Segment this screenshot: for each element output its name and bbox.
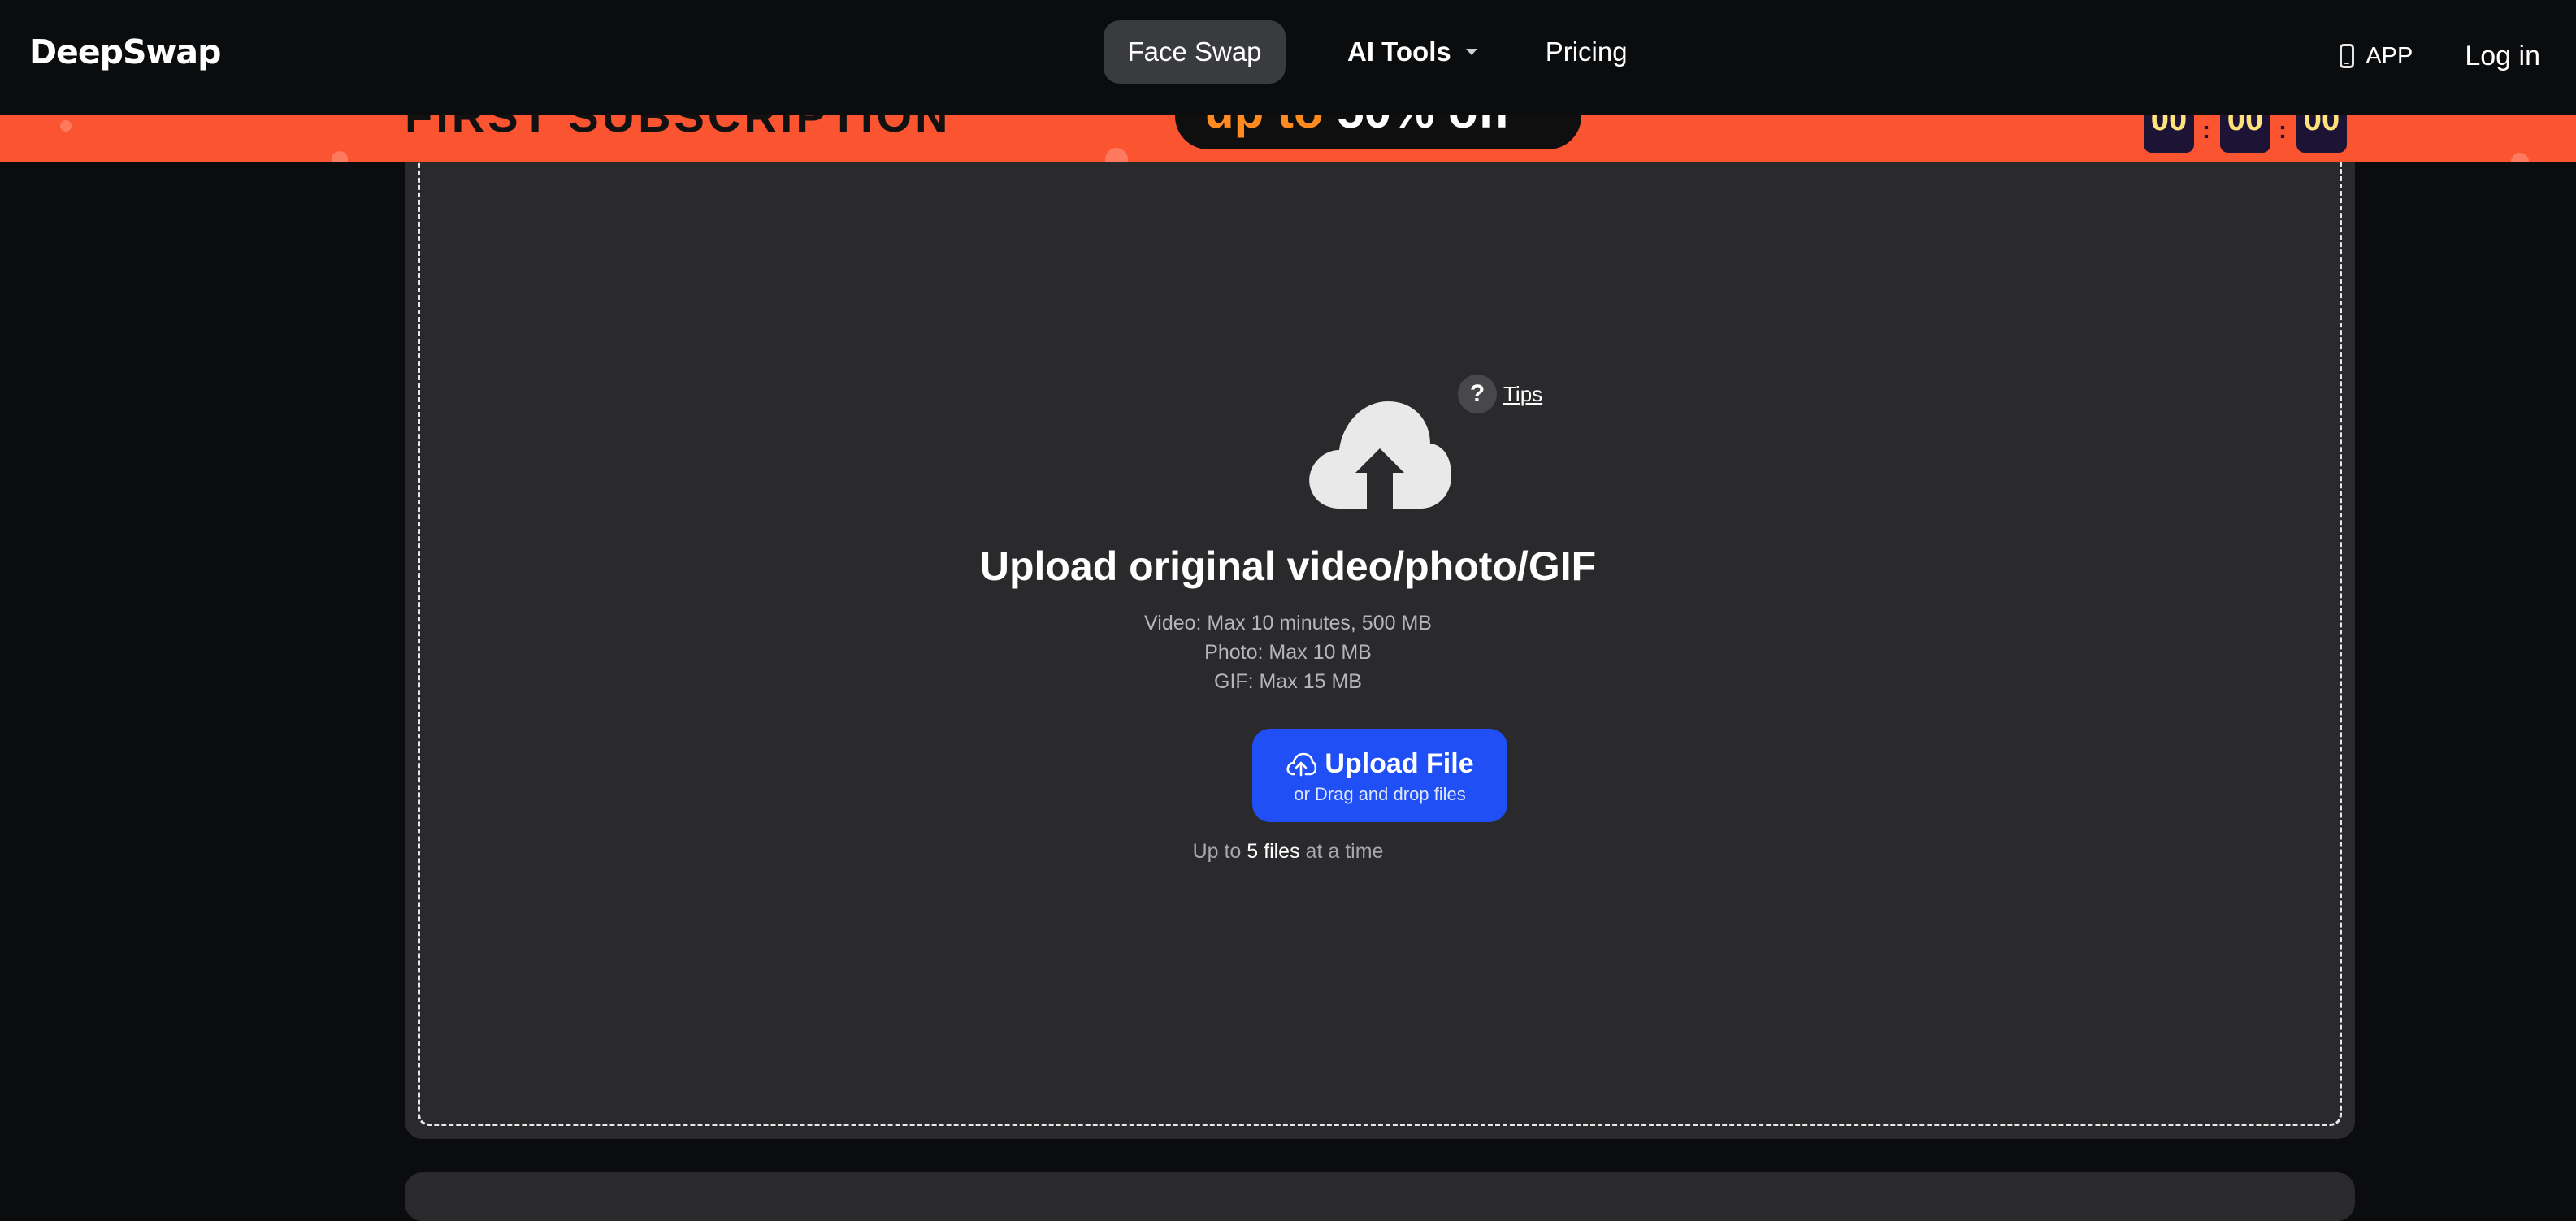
promo-discount-pill: up to 50% off bbox=[1175, 115, 1581, 149]
logo[interactable]: DeepSwap bbox=[29, 32, 221, 71]
countdown-minutes: 00 bbox=[2220, 115, 2270, 153]
gif-limit: GIF: Max 15 MB bbox=[1214, 670, 1362, 693]
next-panel bbox=[405, 1172, 2355, 1221]
upload-file-main: Upload File bbox=[1252, 748, 1507, 780]
cloud-upload-icon bbox=[1286, 752, 1317, 776]
promo-discount-text: up to 50% off bbox=[1204, 115, 1511, 139]
confetti-dot bbox=[60, 120, 72, 132]
cloud-upload-icon bbox=[1309, 401, 1451, 509]
confetti-dot bbox=[2511, 153, 2529, 162]
nav-right: APP Log in bbox=[2340, 31, 2540, 81]
upload-panel bbox=[405, 138, 2355, 1139]
confetti-dot bbox=[332, 151, 348, 162]
upload-file-label: Upload File bbox=[1325, 748, 1474, 779]
login-link[interactable]: Log in bbox=[2465, 41, 2540, 72]
video-limit: Video: Max 10 minutes, 500 MB bbox=[1144, 612, 1432, 634]
files-note-count: 5 files bbox=[1247, 840, 1300, 863]
files-note-prefix: Up to bbox=[1192, 840, 1242, 863]
chevron-down-icon bbox=[1465, 49, 1477, 55]
countdown-separator: : bbox=[2202, 117, 2210, 144]
countdown-seconds: 00 bbox=[2296, 115, 2347, 153]
upload-file-button[interactable]: Upload File or Drag and drop files bbox=[1252, 729, 1507, 822]
promo-discount-highlight: up to bbox=[1204, 115, 1324, 138]
tips-link[interactable]: ? Tips bbox=[1458, 374, 1542, 414]
promo-text: FIRST SUBSCRIPTION bbox=[405, 115, 952, 141]
upload-file-sub: or Drag and drop files bbox=[1294, 784, 1466, 804]
nav-face-swap[interactable]: Face Swap bbox=[1104, 20, 1286, 84]
countdown-separator: : bbox=[2279, 117, 2287, 144]
top-navbar: DeepSwap Face Swap AI Tools Pricing APP … bbox=[0, 0, 2576, 115]
nav-ai-tools-label: AI Tools bbox=[1347, 37, 1451, 67]
nav-face-swap-label: Face Swap bbox=[1127, 37, 1262, 67]
promo-discount-value: 50% off bbox=[1337, 115, 1510, 138]
upload-title: Upload original video/photo/GIF bbox=[979, 543, 1597, 589]
upload-dropzone[interactable] bbox=[418, 151, 2342, 1126]
nav-pricing[interactable]: Pricing bbox=[1546, 20, 1628, 84]
promo-banner[interactable]: FIRST SUBSCRIPTION up to 50% off 00 : 00… bbox=[0, 115, 2576, 162]
main-nav: Face Swap AI Tools Pricing bbox=[1104, 20, 1628, 84]
app-link[interactable]: APP bbox=[2340, 43, 2413, 70]
countdown-hours: 00 bbox=[2144, 115, 2194, 153]
files-limit-note: Up to 5 files at a time bbox=[0, 840, 2576, 864]
nav-pricing-label: Pricing bbox=[1545, 37, 1628, 67]
phone-icon bbox=[2340, 44, 2355, 68]
tips-label: Tips bbox=[1503, 381, 1543, 406]
confetti-dot bbox=[1105, 148, 1128, 162]
files-note-suffix: at a time bbox=[1305, 840, 1384, 863]
photo-limit: Photo: Max 10 MB bbox=[1204, 641, 1372, 664]
app-label: APP bbox=[2366, 42, 2413, 69]
help-icon: ? bbox=[1458, 375, 1497, 413]
nav-ai-tools[interactable]: AI Tools bbox=[1347, 20, 1477, 84]
